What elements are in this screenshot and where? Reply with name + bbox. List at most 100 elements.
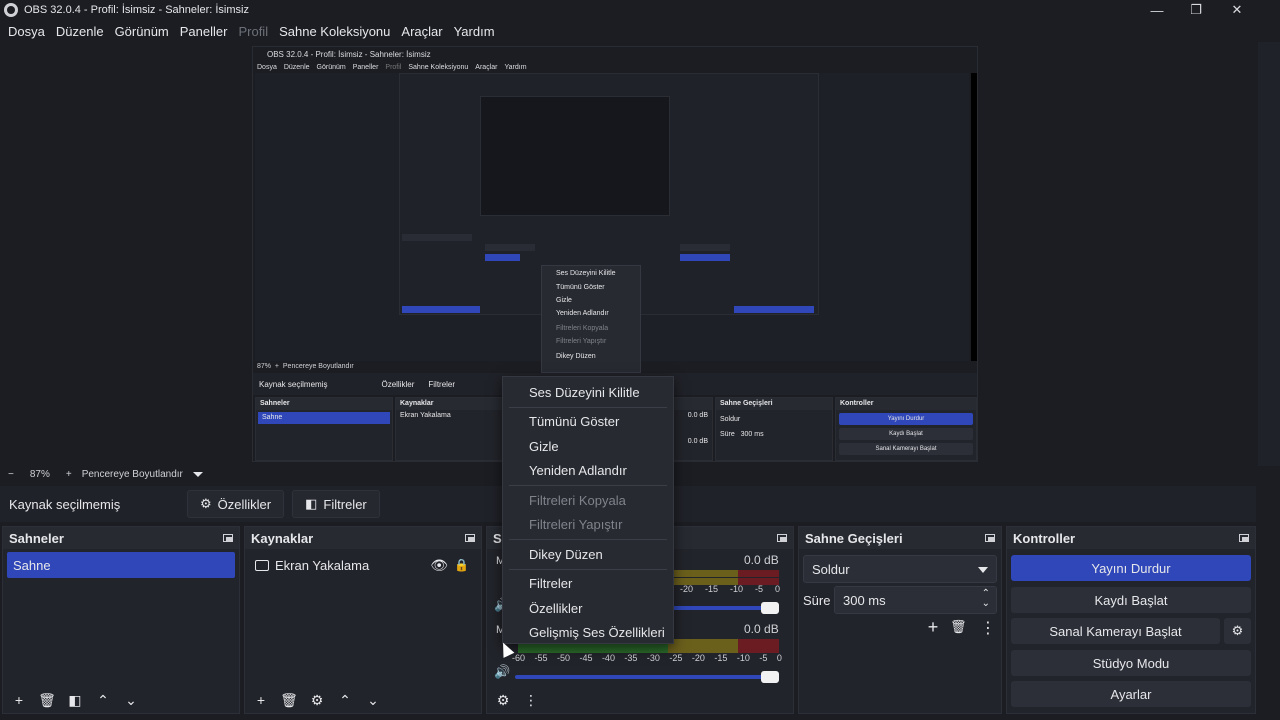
menu-profile[interactable]: Profil — [234, 24, 275, 39]
gear-icon[interactable]: ⚙ — [305, 689, 329, 711]
move-down-icon[interactable]: ⌄ — [361, 689, 385, 711]
nested-deep-bar — [402, 234, 472, 241]
settings-button[interactable]: Ayarlar — [1011, 681, 1251, 707]
scenes-footer: + 🗑 ◧ ⌃ ⌄ — [3, 687, 239, 713]
nested-scenes-dock: Sahneler Sahne — [255, 397, 393, 461]
nested-menu-item: Düzenle — [283, 63, 310, 71]
trash-icon[interactable]: 🗑 — [35, 689, 59, 711]
transition-select[interactable]: Soldur — [803, 555, 997, 583]
move-down-icon[interactable]: ⌄ — [119, 689, 143, 711]
chevron-down-icon[interactable] — [192, 471, 203, 477]
duration-spinbox[interactable]: 300 ms ⌃ ⌄ — [834, 586, 997, 614]
scale-tick: -45 — [579, 653, 593, 663]
nested-menu-item: Görünüm — [316, 63, 346, 71]
source-item[interactable]: Ekran Yakalama 👁 🔒 — [249, 552, 477, 578]
nested-menu-item: Profil — [385, 63, 402, 71]
add-icon[interactable]: + — [7, 689, 31, 711]
menu-item-copy-filters[interactable]: Filtreleri Kopyala — [503, 488, 673, 513]
menu-scene-collection[interactable]: Sahne Koleksiyonu — [275, 24, 397, 39]
eye-icon[interactable]: 👁 — [430, 557, 448, 574]
add-transition-icon[interactable]: + — [922, 617, 944, 638]
filter-icon[interactable]: ◧ — [63, 689, 87, 711]
menu-docks[interactable]: Paneller — [176, 24, 235, 39]
more-icon[interactable]: ⋮ — [980, 618, 996, 638]
menu-separator — [509, 406, 667, 408]
move-up-icon[interactable]: ⌃ — [91, 689, 115, 711]
scale-tick: -30 — [646, 653, 660, 663]
volume-knob[interactable] — [761, 602, 779, 614]
duration-label: Süre — [803, 593, 831, 608]
nested-control: Kaydı Başlat — [839, 428, 973, 440]
nested-fit-label: Pencereye Boyutlandır — [282, 363, 354, 370]
scale-tick: 0 — [774, 584, 780, 594]
volume-knob[interactable] — [761, 671, 779, 683]
menu-item-rename[interactable]: Yeniden Adlandır — [503, 459, 673, 484]
nested-filters: Filtreler — [428, 379, 456, 389]
more-icon[interactable]: ⋮ — [519, 689, 543, 711]
trash-icon[interactable]: 🗑 — [277, 689, 301, 711]
undock-icon[interactable] — [1239, 534, 1249, 542]
studio-mode-button[interactable]: Stüdyo Modu — [1011, 650, 1251, 676]
menu-help[interactable]: Yardım — [450, 24, 502, 39]
undock-icon[interactable] — [223, 534, 233, 542]
add-icon[interactable]: + — [249, 689, 273, 711]
scale-tick: -20 — [680, 584, 694, 594]
properties-button[interactable]: ⚙ Özellikler — [187, 490, 285, 518]
menu-item-filters[interactable]: Filtreler — [503, 572, 673, 597]
speaker-icon[interactable]: 🔊 — [494, 664, 510, 680]
duration-value: 300 ms — [843, 592, 886, 608]
volume-slider-2[interactable] — [515, 671, 779, 683]
obs-logo-icon — [4, 3, 18, 17]
scenes-header: Sahneler — [3, 527, 239, 549]
sources-header: Kaynaklar — [245, 527, 481, 549]
fit-to-window-label[interactable]: Pencereye Boyutlandır — [82, 469, 183, 480]
nested-controls-title: Kontroller — [836, 398, 976, 410]
zoom-out-button[interactable]: − — [8, 469, 14, 480]
scale-tick: -5 — [759, 653, 768, 663]
start-record-button[interactable]: Kaydı Başlat — [1011, 587, 1251, 613]
menu-item-hide[interactable]: Gizle — [503, 434, 673, 459]
undock-icon[interactable] — [465, 534, 475, 542]
nested-control: Sanal Kamerayı Başlat — [839, 443, 973, 455]
undock-icon[interactable] — [777, 534, 787, 542]
trash-icon[interactable]: 🗑 — [950, 619, 967, 635]
advanced-audio-icon[interactable]: ⚙ — [491, 689, 515, 711]
chevron-down-icon — [978, 567, 988, 573]
gear-icon: ⚙ — [200, 496, 212, 511]
minimize-button[interactable]: — — [1137, 0, 1177, 20]
menu-item-paste-filters[interactable]: Filtreleri Yapıştır — [503, 513, 673, 538]
move-up-icon[interactable]: ⌃ — [333, 689, 357, 711]
scene-item[interactable]: Sahne — [7, 552, 235, 578]
scenes-dock: Sahneler Sahne + 🗑 ◧ ⌃ ⌄ — [2, 526, 240, 714]
filter-icon: ◧ — [305, 496, 318, 511]
stepper-down-icon[interactable]: ⌄ — [982, 598, 990, 609]
menu-item-advanced-audio[interactable]: Gelişmiş Ses Özellikleri — [503, 621, 673, 646]
nested-menu-item: Paneller — [352, 63, 379, 71]
menu-edit[interactable]: Düzenle — [52, 24, 111, 39]
nested-controls-dock: Kontroller Yayını Durdur Kaydı Başlat Sa… — [835, 397, 977, 461]
preview-scrollbar[interactable] — [1258, 42, 1280, 466]
maximize-button[interactable]: ❐ — [1176, 0, 1216, 20]
menu-item-properties[interactable]: Özellikler — [503, 596, 673, 621]
nested-duration-value: 300 ms — [740, 431, 764, 438]
menu-item-lock-volume[interactable]: Ses Düzeyini Kilitle — [503, 380, 673, 405]
menu-tools[interactable]: Araçlar — [397, 24, 449, 39]
zoom-in-button[interactable]: + — [66, 469, 72, 480]
virtual-cam-settings-button[interactable]: ⚙ — [1224, 618, 1251, 644]
stop-stream-button[interactable]: Yayını Durdur — [1011, 555, 1251, 581]
scale-tick: -10 — [729, 584, 743, 594]
nested-context-menu: Ses Düzeyini Kilitle Tümünü Göster Gizle… — [541, 265, 641, 373]
menu-view[interactable]: Görünüm — [111, 24, 176, 39]
menu-file[interactable]: Dosya — [4, 24, 52, 39]
menu-item-vertical-layout[interactable]: Dikey Düzen — [503, 542, 673, 567]
nested-props: Özellikler — [381, 379, 415, 389]
close-button[interactable]: ✕ — [1217, 0, 1257, 20]
nested-deep-bar — [680, 244, 730, 251]
nested-deep-control — [734, 306, 814, 313]
undock-icon[interactable] — [985, 534, 995, 542]
filters-button[interactable]: ◧ Filtreler — [292, 490, 380, 518]
start-virtual-cam-button[interactable]: Sanal Kamerayı Başlat — [1011, 618, 1220, 644]
scale-tick: -25 — [669, 653, 683, 663]
lock-icon[interactable]: 🔒 — [454, 558, 469, 572]
menu-item-show-all[interactable]: Tümünü Göster — [503, 410, 673, 435]
